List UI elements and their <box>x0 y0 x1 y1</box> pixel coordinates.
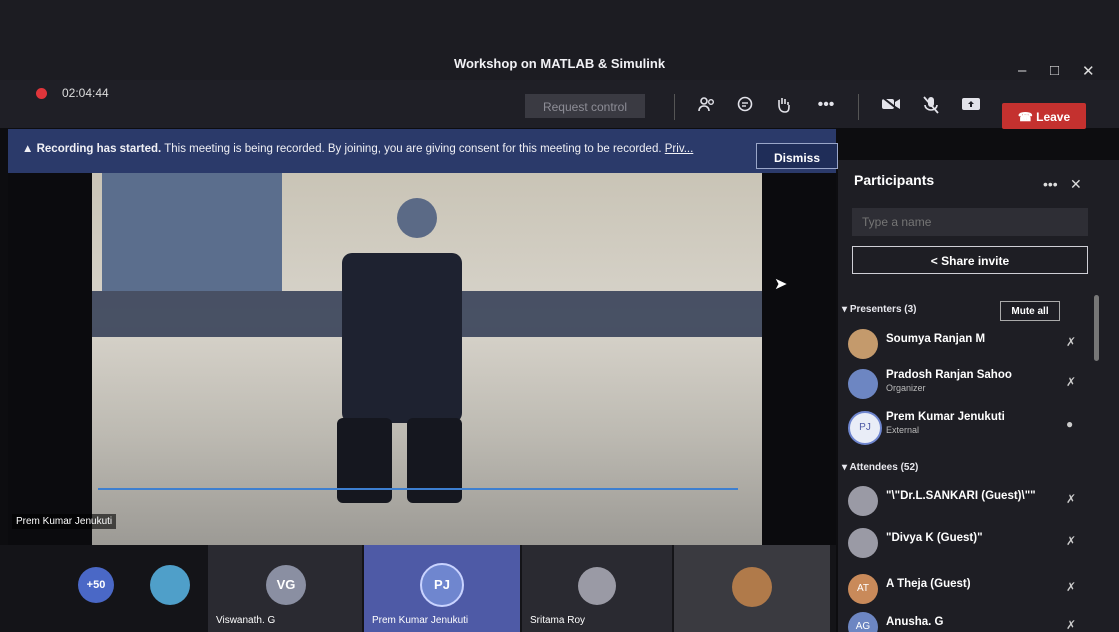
participant-tile[interactable] <box>674 545 830 632</box>
participant-avatar <box>732 567 772 607</box>
mic-off-icon[interactable] <box>920 96 942 119</box>
banner-message: ▲ Recording has started. This meeting is… <box>22 143 693 155</box>
meeting-timer: 02:04:44 <box>62 86 109 100</box>
participants-panel: Participants ••• ✕ < Share invite ▾ Pres… <box>838 160 1119 632</box>
person-icon <box>578 567 616 605</box>
banner-bold: Recording has started. <box>36 143 162 155</box>
request-control-button[interactable]: Request control <box>525 94 645 118</box>
panel-title: Participants <box>854 172 935 188</box>
share-invite-label: Share invite <box>941 254 1010 268</box>
privacy-link[interactable]: Priv... <box>665 143 694 155</box>
background-door <box>102 173 282 291</box>
participant-name: "\"Dr.L.SANKARI (Guest)\"" <box>886 490 1036 502</box>
share-invite-button[interactable]: < Share invite <box>852 246 1088 274</box>
presenters-label: Presenters (3) <box>849 304 917 315</box>
mic-off-icon[interactable]: ✗ <box>1066 375 1076 389</box>
avatar: VG <box>266 565 306 605</box>
chat-icon[interactable] <box>734 96 756 117</box>
participant-row[interactable]: PJ Prem Kumar Jenukuti External ● <box>848 407 1098 447</box>
robot-head <box>397 198 437 238</box>
camera-off-icon[interactable] <box>880 96 902 117</box>
avatar <box>848 486 878 516</box>
mic-off-icon[interactable]: ✗ <box>1066 534 1076 548</box>
avatar: AT <box>848 574 878 604</box>
attendees-section-header[interactable]: ▾ Attendees (52) <box>842 462 918 473</box>
participant-name: Viswanath. G <box>216 615 276 626</box>
mic-off-icon[interactable]: ✗ <box>1066 335 1076 349</box>
participant-tile-active[interactable]: PJ Prem Kumar Jenukuti <box>364 545 520 632</box>
panel-more-icon[interactable]: ••• <box>1043 176 1058 192</box>
participant-name: A Theja (Guest) <box>886 578 971 590</box>
participant-search-input[interactable] <box>852 208 1088 236</box>
participant-avatar[interactable] <box>150 565 190 605</box>
participant-name: Soumya Ranjan M <box>886 333 986 345</box>
presenters-section-header[interactable]: ▾ Presenters (3) <box>842 304 917 315</box>
avatar: AG <box>848 612 878 632</box>
mic-off-icon[interactable]: ✗ <box>1066 580 1076 594</box>
avatar <box>848 369 878 399</box>
participant-row[interactable]: "Divya K (Guest)" ✗ <box>848 524 1098 564</box>
close-window-button[interactable]: ✕ <box>1082 62 1095 80</box>
participant-name: Pradosh Ranjan Sahoo <box>886 369 1012 381</box>
participant-name: "Divya K (Guest)" <box>886 532 983 544</box>
mouse-cursor-icon: ➤ <box>774 276 788 293</box>
leave-label: Leave <box>1036 110 1071 124</box>
participant-row[interactable]: AT A Theja (Guest) ✗ <box>848 570 1098 610</box>
toolbar-divider <box>858 94 859 120</box>
participant-role: External <box>886 425 920 435</box>
participant-name: Sritama Roy <box>530 615 586 626</box>
banner-text: This meeting is being recorded. By joini… <box>164 143 662 155</box>
robot-body <box>342 253 462 423</box>
leave-button[interactable]: ☎ Leave <box>1002 103 1086 129</box>
panel-scrollbar[interactable] <box>1094 295 1099 361</box>
participant-row[interactable]: Pradosh Ranjan Sahoo Organizer ✗ <box>848 365 1098 405</box>
participant-name: Anusha. G <box>886 616 944 628</box>
chevron-down-icon: ▾ <box>842 304 848 315</box>
speaker-name-tag: Prem Kumar Jenukuti <box>12 514 117 529</box>
window-title: Workshop on MATLAB & Simulink <box>453 56 666 71</box>
participants-icon[interactable] <box>696 96 718 117</box>
phone-hangup-icon: ☎ <box>1017 110 1033 124</box>
mute-all-button[interactable]: Mute all <box>1000 301 1060 321</box>
participant-row[interactable]: Soumya Ranjan M ✗ <box>848 325 1098 365</box>
overflow-participants-badge[interactable]: +50 <box>78 567 114 603</box>
participant-role: Organizer <box>886 383 926 393</box>
participant-tile[interactable]: VG Viswanath. G <box>208 545 362 632</box>
main-stage <box>8 173 836 545</box>
avatar <box>848 528 878 558</box>
minimize-button[interactable]: – <box>1018 62 1026 79</box>
participant-tile[interactable]: Sritama Roy <box>522 545 672 632</box>
share-screen-icon[interactable] <box>960 96 982 117</box>
video-progress-line <box>98 488 738 490</box>
avatar <box>848 329 878 359</box>
recording-indicator-icon <box>36 88 47 99</box>
toolbar-divider <box>674 94 675 120</box>
chevron-down-icon: ▾ <box>842 462 848 473</box>
warning-icon: ▲ <box>22 143 34 155</box>
maximize-button[interactable]: □ <box>1050 62 1059 79</box>
avatar: PJ <box>848 411 882 445</box>
share-icon: < <box>930 254 938 268</box>
robot-leg <box>407 418 462 503</box>
participant-row[interactable]: "\"Dr.L.SANKARI (Guest)\"" ✗ <box>848 482 1098 522</box>
mic-on-icon[interactable]: ● <box>1066 417 1073 431</box>
robot-leg <box>337 418 392 503</box>
participant-name: Prem Kumar Jenukuti <box>372 615 469 626</box>
more-options-icon[interactable]: ••• <box>815 96 837 114</box>
participant-strip: +50 VG Viswanath. G PJ Prem Kumar Jenuku… <box>0 545 836 632</box>
participant-row[interactable]: AG Anusha. G ✗ <box>848 608 1098 632</box>
raise-hand-icon[interactable] <box>772 96 794 118</box>
participant-name: Prem Kumar Jenukuti <box>886 411 1005 423</box>
panel-close-icon[interactable]: ✕ <box>1070 176 1082 193</box>
mic-off-icon[interactable]: ✗ <box>1066 492 1076 506</box>
dismiss-button[interactable]: Dismiss <box>756 143 838 169</box>
mic-off-icon[interactable]: ✗ <box>1066 618 1076 632</box>
attendees-label: Attendees (52) <box>849 462 919 473</box>
recording-banner: ▲ Recording has started. This meeting is… <box>8 129 838 173</box>
avatar: PJ <box>420 563 464 607</box>
